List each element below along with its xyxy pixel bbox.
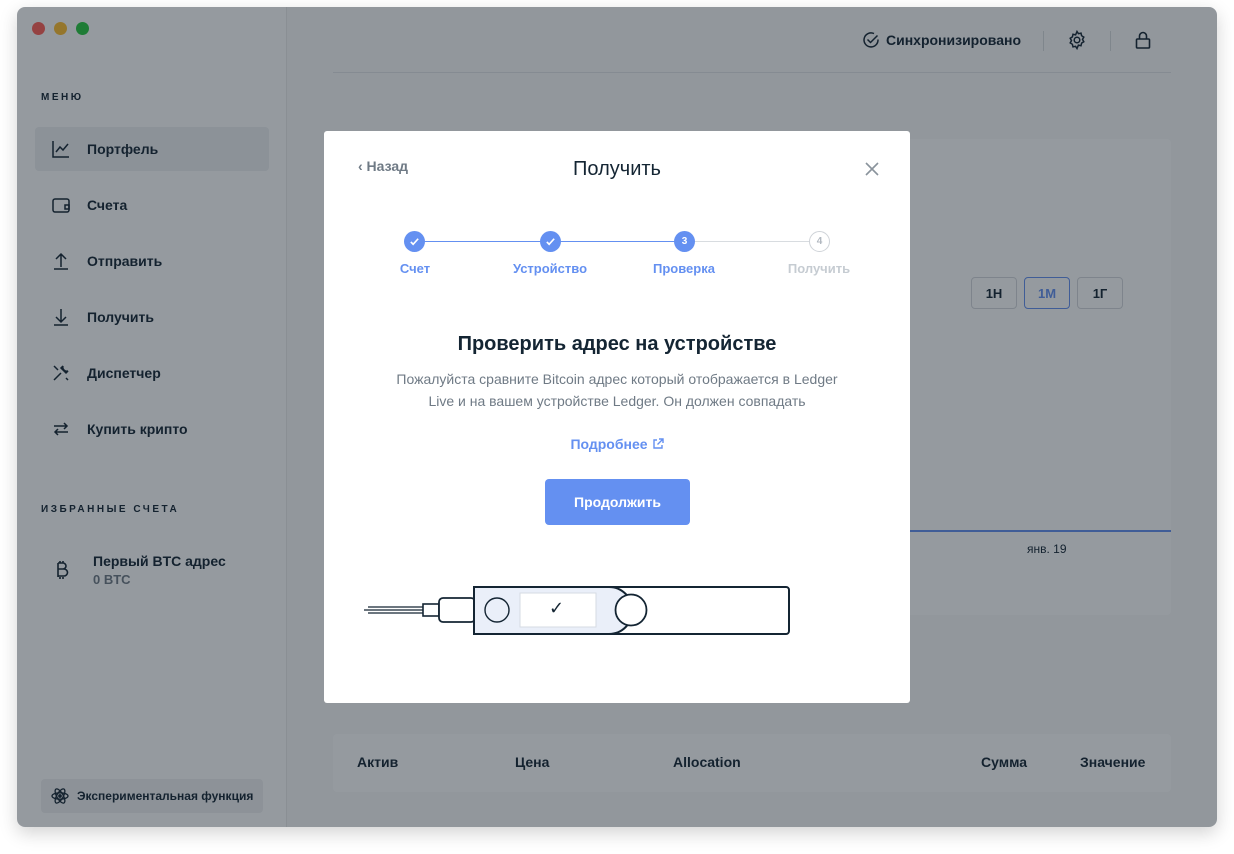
learn-more-label: Подробнее [570, 436, 648, 452]
modal-title: Получить [573, 158, 661, 180]
step-label-account: Счет [399, 261, 431, 276]
step-4-dot: 4 [809, 231, 830, 252]
learn-more-link[interactable]: Подробнее [324, 436, 910, 452]
modal-description: Пожалуйста сравните Bitcoin адрес которы… [396, 371, 838, 409]
continue-button[interactable]: Продолжить [545, 479, 690, 525]
step-2-check-icon [540, 231, 561, 252]
external-link-icon [652, 438, 664, 449]
close-icon[interactable] [864, 161, 880, 177]
receive-modal: ‹ Назад Получить 3 4 Счет Устройство Про… [324, 131, 910, 703]
step-1-check-icon [404, 231, 425, 252]
device-screen-check: ✓ [549, 598, 565, 618]
modal-heading: Проверить адрес на устройстве [457, 333, 777, 355]
step-label-device: Устройство [512, 261, 588, 276]
step-label-verification: Проверка [653, 261, 715, 276]
step-label-receive: Получить [787, 261, 851, 276]
step-3-dot: 3 [674, 231, 695, 252]
ledger-device-illustration [364, 586, 790, 635]
stepper-remaining-line [685, 241, 820, 242]
